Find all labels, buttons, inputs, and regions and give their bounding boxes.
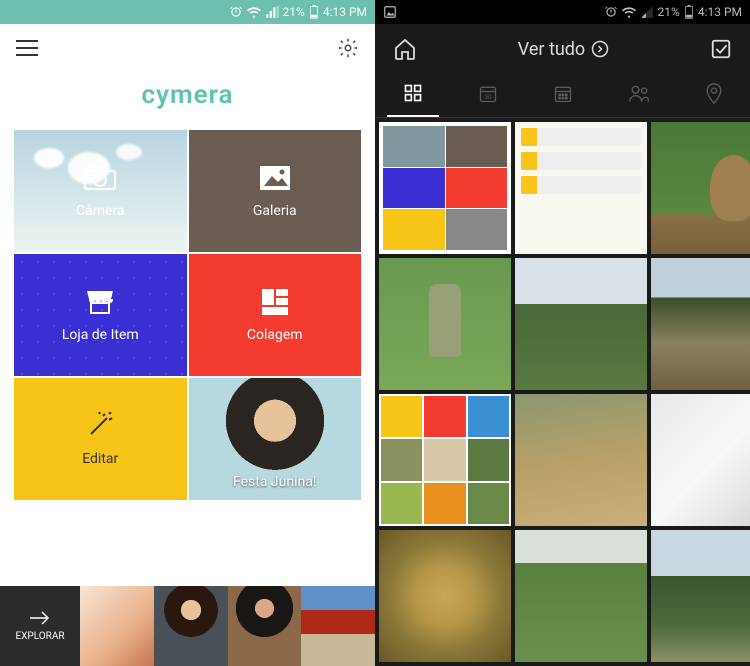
festa-label: Festa Junina! <box>233 474 316 500</box>
alarm-icon <box>229 5 243 19</box>
camera-icon <box>83 165 117 191</box>
gallery-thumb[interactable] <box>515 530 647 662</box>
camera-tile[interactable]: Câmera <box>14 130 187 252</box>
bottom-strip: EXPLORAR <box>0 586 375 666</box>
view-tabs: 30 <box>375 74 750 118</box>
battery-percent: 21% <box>283 5 305 19</box>
battery-icon <box>684 5 694 19</box>
settings-icon[interactable] <box>337 37 359 59</box>
grid-icon <box>403 83 423 103</box>
menu-icon[interactable] <box>16 40 38 56</box>
image-notif-icon <box>383 5 397 19</box>
edit-label: Editar <box>82 451 118 467</box>
gallery-thumb[interactable] <box>651 122 750 254</box>
recent-thumb[interactable] <box>228 586 302 666</box>
grid-view-tab[interactable] <box>387 75 439 117</box>
signal-icon <box>640 5 654 19</box>
recent-thumb[interactable] <box>80 586 154 666</box>
view-all-label: Ver tudo <box>518 39 585 60</box>
select-icon[interactable] <box>710 38 732 60</box>
battery-percent: 21% <box>658 5 680 19</box>
status-bar: 21% 4:13 PM <box>375 0 750 24</box>
collage-tile[interactable]: Colagem <box>189 254 362 376</box>
day-view-tab[interactable]: 30 <box>462 76 514 116</box>
festa-tile[interactable]: Festa Junina! <box>189 378 362 500</box>
store-label: Loja de Item <box>62 327 139 343</box>
explore-label: EXPLORAR <box>15 631 64 642</box>
gallery-thumb[interactable] <box>515 394 647 526</box>
main-tiles-grid: Câmera Galeria Loja de Item Colagem Edit… <box>0 130 375 500</box>
view-all-button[interactable]: Ver tudo <box>518 39 609 60</box>
clock-text: 4:13 PM <box>698 5 742 19</box>
pin-icon <box>705 83 723 105</box>
calendar-icon <box>553 84 573 104</box>
explore-button[interactable]: EXPLORAR <box>0 586 80 666</box>
gallery-grid <box>375 118 750 666</box>
gallery-thumb[interactable] <box>651 530 750 662</box>
home-icon[interactable] <box>393 37 417 61</box>
wand-icon <box>85 412 115 440</box>
camera-label: Câmera <box>76 203 125 219</box>
gallery-thumb[interactable] <box>379 530 511 662</box>
status-bar: 21% 4:13 PM <box>0 0 375 24</box>
alarm-icon <box>604 5 618 19</box>
chevron-circle-icon <box>591 40 609 58</box>
gallery-thumb[interactable] <box>515 258 647 390</box>
image-icon <box>260 166 290 190</box>
gallery-thumb[interactable] <box>515 122 647 254</box>
shop-icon <box>85 289 115 315</box>
svg-text:30: 30 <box>484 93 492 101</box>
battery-icon <box>309 5 319 19</box>
arrow-right-icon <box>30 611 50 625</box>
app-logo: cymera <box>0 72 375 130</box>
collage-icon <box>262 289 288 315</box>
clock-text: 4:13 PM <box>323 5 367 19</box>
app-header <box>0 24 375 72</box>
signal-icon <box>265 5 279 19</box>
gallery-screen: 21% 4:13 PM Ver tudo 30 <box>375 0 750 666</box>
location-view-tab[interactable] <box>689 75 739 117</box>
month-view-tab[interactable] <box>537 76 589 116</box>
gallery-thumb[interactable] <box>379 258 511 390</box>
recent-thumbs <box>80 586 375 666</box>
gallery-header: Ver tudo <box>375 24 750 74</box>
recent-thumb[interactable] <box>154 586 228 666</box>
gallery-thumb[interactable] <box>651 258 750 390</box>
edit-tile[interactable]: Editar <box>14 378 187 500</box>
gallery-thumb[interactable] <box>651 394 750 526</box>
gallery-label: Galeria <box>253 203 297 219</box>
gallery-thumb[interactable] <box>379 394 511 526</box>
calendar-day-icon: 30 <box>478 84 498 104</box>
store-tile[interactable]: Loja de Item <box>14 254 187 376</box>
gallery-thumb[interactable] <box>379 122 511 254</box>
wifi-icon <box>622 5 636 19</box>
wifi-icon <box>247 5 261 19</box>
cymera-home-screen: 21% 4:13 PM cymera Câmera Galeria Loja d… <box>0 0 375 666</box>
recent-thumb[interactable] <box>301 586 375 666</box>
collage-label: Colagem <box>247 327 303 343</box>
people-view-tab[interactable] <box>612 76 666 116</box>
people-icon <box>628 84 650 104</box>
gallery-tile[interactable]: Galeria <box>189 130 362 252</box>
